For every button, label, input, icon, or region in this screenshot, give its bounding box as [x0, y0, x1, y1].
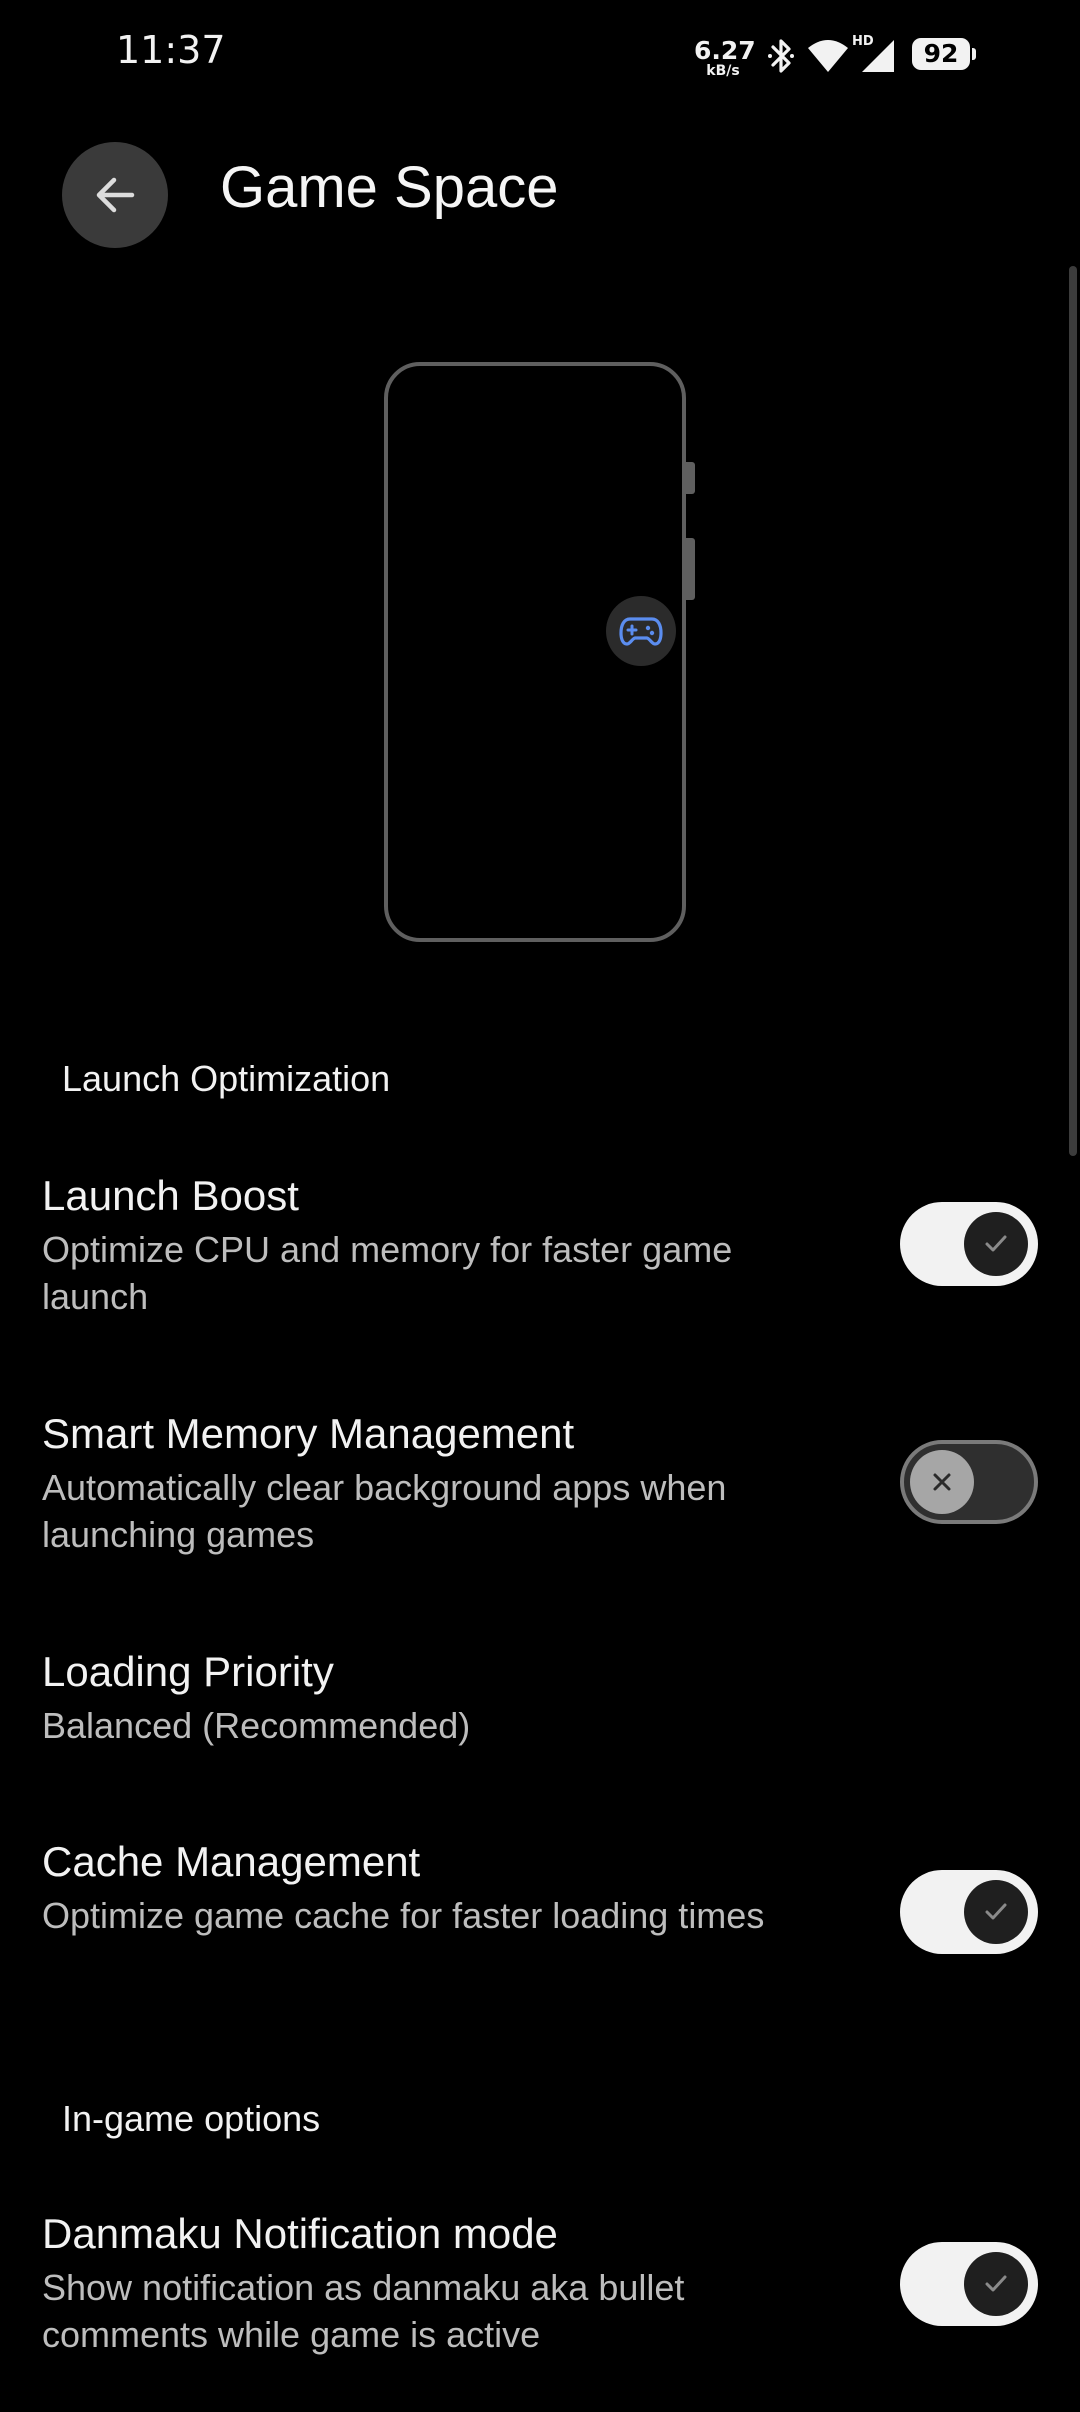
battery-indicator: 92: [912, 38, 970, 70]
network-speed: 6.27 kB/s: [694, 36, 756, 79]
back-button[interactable]: [62, 142, 168, 248]
status-time: 11:37: [116, 28, 226, 72]
game-space-screen: 11:37 6.27 kB/s HD 92 Game Space Launch …: [0, 0, 1080, 2412]
setting-description: Optimize CPU and memory for faster game …: [42, 1229, 733, 1317]
setting-title: Danmaku Notification mode: [42, 2210, 558, 2257]
check-icon: [985, 2275, 1007, 2292]
phone-side-button: [686, 538, 695, 600]
page-title: Game Space: [220, 155, 559, 220]
setting-title: Loading Priority: [42, 1648, 334, 1695]
setting-title: Launch Boost: [42, 1172, 299, 1219]
launch-boost-toggle[interactable]: [900, 1202, 1038, 1286]
scrollbar[interactable]: [1069, 266, 1077, 1156]
toggle-knob: [964, 1880, 1028, 1944]
network-speed-value: 6.27: [694, 36, 756, 65]
network-speed-unit: kB/s: [706, 63, 740, 79]
toggle-knob: [964, 2252, 1028, 2316]
setting-title: Smart Memory Management: [42, 1410, 575, 1457]
setting-description: Balanced (Recommended): [42, 1705, 471, 1746]
cache-management-toggle[interactable]: [900, 1870, 1038, 1954]
section-header-launch-optimization: Launch Optimization: [62, 1058, 391, 1099]
wifi-icon: [806, 36, 850, 80]
check-icon: [985, 1235, 1007, 1252]
battery-tip: [972, 48, 976, 60]
setting-description: Show notification as danmaku aka bullet …: [42, 2267, 685, 2355]
section-header-in-game-options: In-game options: [62, 2098, 321, 2139]
arrow-left-icon: [96, 177, 135, 213]
toggle-knob: [910, 1450, 974, 1514]
status-bar: 11:37 6.27 kB/s HD 92: [0, 0, 1080, 110]
game-space-badge: [606, 596, 676, 666]
close-icon: [933, 1473, 951, 1491]
phone-side-button: [686, 462, 695, 494]
gamepad-icon: [619, 617, 663, 646]
setting-loading-priority[interactable]: Loading Priority Balanced (Recommended): [0, 1648, 1080, 1758]
smart-memory-management-toggle[interactable]: [900, 1440, 1038, 1524]
setting-description: Optimize game cache for faster loading t…: [42, 1895, 765, 1936]
hd-icon: HD: [852, 34, 874, 49]
check-icon: [985, 1903, 1007, 1920]
cellular-signal-icon: HD: [850, 32, 900, 80]
setting-title: Cache Management: [42, 1838, 421, 1885]
danmaku-notification-toggle[interactable]: [900, 2242, 1038, 2326]
bluetooth-icon: [764, 36, 798, 80]
setting-description: Automatically clear background apps when…: [42, 1467, 727, 1555]
toggle-knob: [964, 1212, 1028, 1276]
